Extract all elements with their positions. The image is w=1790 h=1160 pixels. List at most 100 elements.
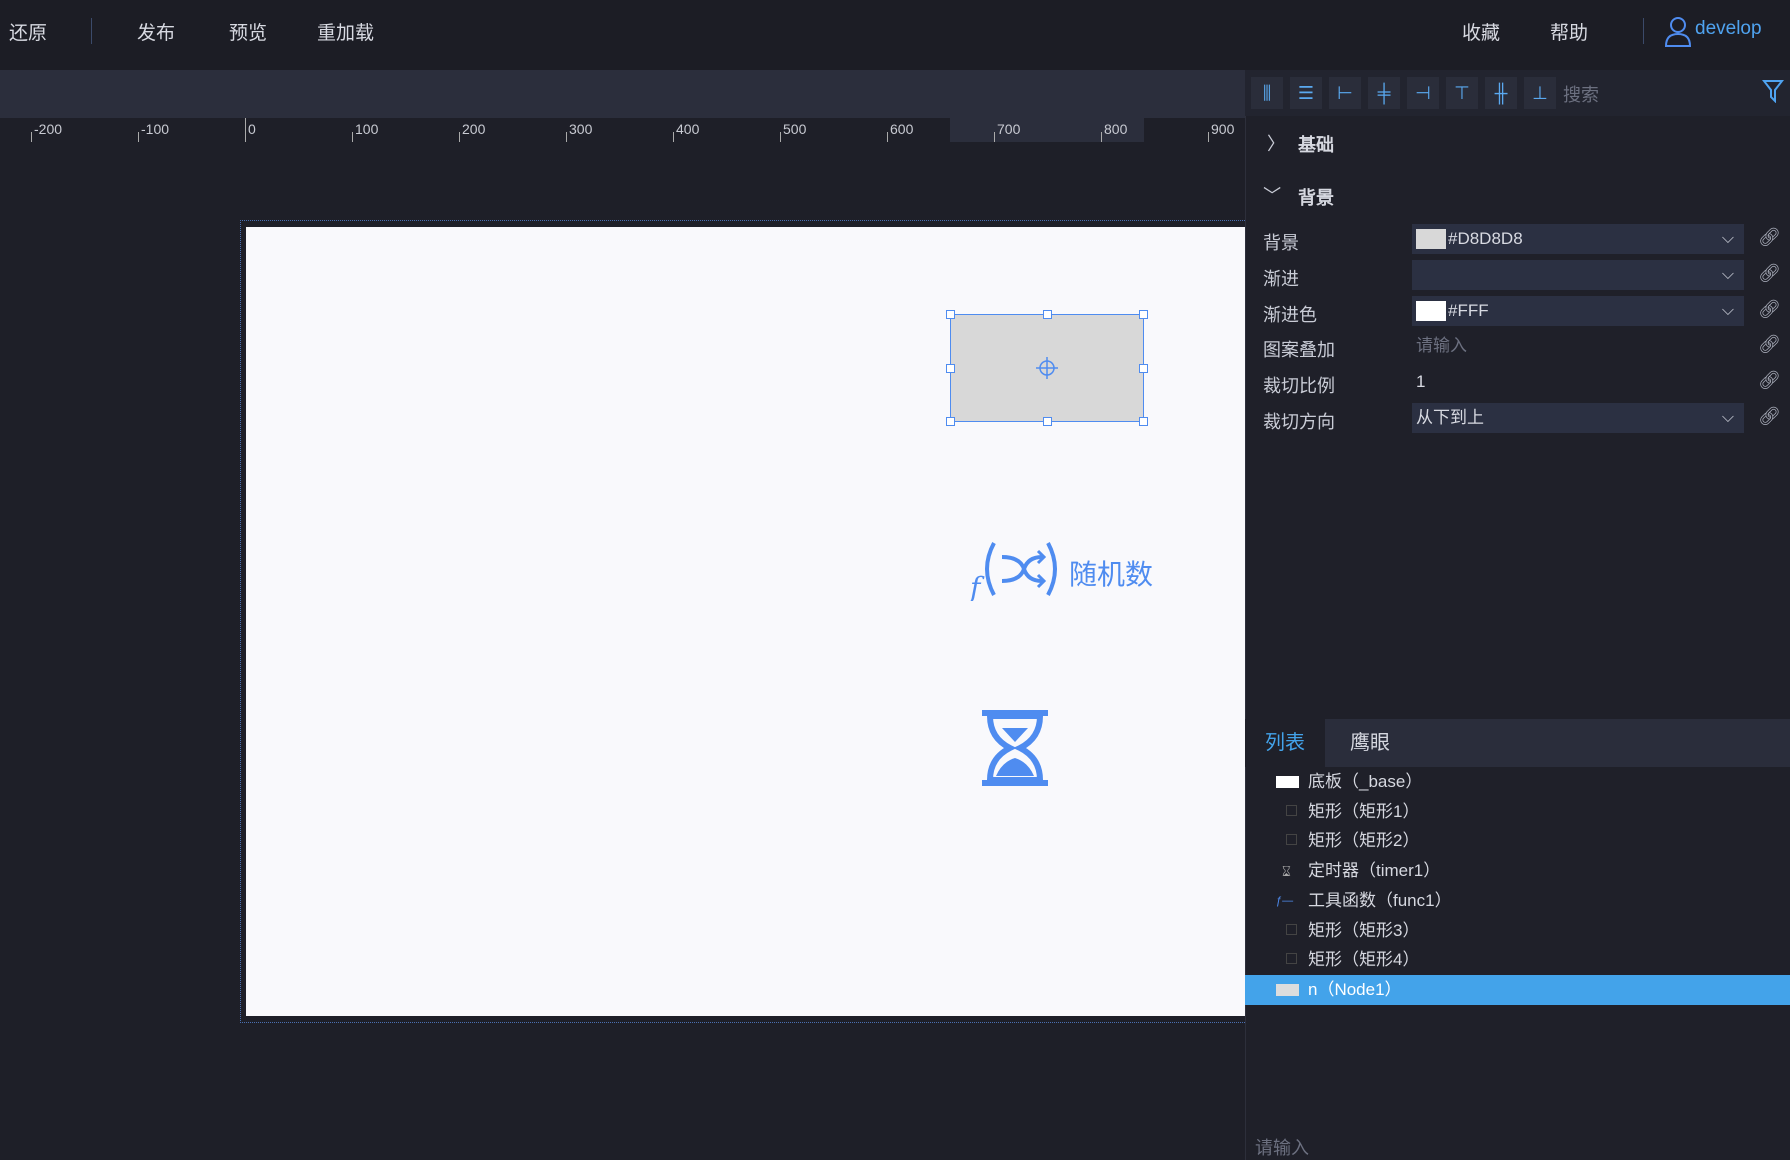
align-bottom-icon[interactable]: ⊥ (1524, 77, 1556, 109)
layer-item[interactable]: 底板（_base） (1245, 767, 1790, 797)
resize-handle[interactable] (1139, 417, 1148, 426)
canvas-toolbar-band (0, 70, 1245, 118)
ruler-tick (780, 132, 781, 142)
resize-handle[interactable] (946, 417, 955, 426)
user-name[interactable]: develop (1695, 18, 1762, 40)
ruler-label: 100 (355, 121, 379, 137)
rect-icon (1286, 923, 1297, 935)
prop-label: 背景 (1263, 233, 1299, 253)
align-middle-icon[interactable]: ╫ (1485, 77, 1517, 109)
help-button[interactable]: 帮助 (1550, 18, 1588, 45)
section-basic[interactable]: 基础 (1298, 131, 1334, 157)
restore-button[interactable]: 还原 (9, 18, 47, 45)
crosshair-icon (1036, 357, 1058, 379)
ruler-tick (673, 132, 674, 142)
ruler-tick (31, 132, 32, 142)
ruler-tick (1208, 132, 1209, 142)
chevron-down-icon[interactable]: ⌵ (1722, 296, 1734, 326)
hourglass-icon: ⌛︎ (1282, 863, 1291, 880)
node-icon (1276, 983, 1299, 996)
layer-item[interactable]: 矩形（矩形1） (1245, 797, 1790, 827)
chevron-down-icon[interactable]: ⌵ (1722, 224, 1734, 254)
layer-item[interactable]: 矩形（矩形3） (1245, 916, 1790, 946)
prop-field[interactable]: ⌵ (1412, 260, 1744, 290)
layer-item[interactable]: ƒ— 工具函数（func1） (1245, 886, 1790, 916)
resize-handle[interactable] (946, 310, 955, 319)
user-icon[interactable] (1664, 16, 1692, 48)
random-function-icon[interactable]: f (968, 537, 1060, 601)
layer-label: 底板（_base） (1308, 772, 1423, 791)
color-swatch[interactable] (1416, 229, 1446, 249)
tab-eagle-eye[interactable]: 鹰眼 (1330, 719, 1410, 767)
align-left-icon[interactable]: ⊢ (1329, 77, 1361, 109)
random-function-label: 随机数 (1069, 559, 1154, 590)
selected-rect-node[interactable] (946, 310, 1148, 426)
ruler-label: 300 (569, 121, 593, 137)
align-toolbar (1245, 70, 1790, 116)
align-right-icon[interactable]: ⊣ (1407, 77, 1439, 109)
favorites-button[interactable]: 收藏 (1462, 18, 1500, 45)
layer-label: 矩形（矩形3） (1308, 920, 1420, 940)
layer-label: n（Node1） (1308, 979, 1402, 999)
search-input[interactable]: 搜索 (1563, 81, 1599, 107)
bottom-input[interactable]: 请输入 (1255, 1134, 1309, 1160)
align-center-horizontal-icon[interactable]: ╪ (1368, 77, 1400, 109)
tab-list[interactable]: 列表 (1245, 719, 1325, 767)
prop-field[interactable]: 1 (1412, 367, 1744, 397)
distribute-vertical-icon[interactable]: ☰ (1290, 77, 1322, 109)
resize-handle[interactable] (1139, 310, 1148, 319)
layer-item[interactable]: 矩形（矩形2） (1245, 826, 1790, 856)
ruler-label: 400 (676, 121, 700, 137)
section-background[interactable]: 背景 (1298, 184, 1334, 210)
resize-handle[interactable] (946, 364, 955, 373)
layer-label: 工具函数（func1） (1308, 890, 1452, 910)
link-icon[interactable]: 🔗︎ (1758, 334, 1781, 355)
link-icon[interactable]: 🔗︎ (1758, 406, 1781, 427)
ruler-tick (887, 132, 888, 142)
ruler-label: -200 (34, 121, 63, 137)
prop-field[interactable]: #FFF ⌵ (1412, 296, 1744, 326)
link-icon[interactable]: 🔗︎ (1758, 370, 1781, 391)
reload-button[interactable]: 重加载 (317, 18, 374, 45)
ruler-tick (352, 132, 353, 142)
chevron-right-icon[interactable]: 〉 (1267, 130, 1285, 156)
ruler-label: 0 (248, 121, 256, 137)
layer-item[interactable]: n（Node1） (1245, 974, 1790, 1005)
field-value: #D8D8D8 (1448, 229, 1523, 248)
field-value: 从下到上 (1416, 408, 1484, 427)
distribute-horizontal-icon[interactable]: ⫼ (1251, 77, 1283, 109)
color-swatch[interactable] (1416, 301, 1446, 321)
resize-handle[interactable] (1043, 417, 1052, 426)
chevron-down-icon[interactable]: 〉 (1259, 186, 1285, 204)
layer-label: 矩形（矩形1） (1308, 801, 1420, 821)
preview-button[interactable]: 预览 (229, 18, 267, 45)
resize-handle[interactable] (1043, 310, 1052, 319)
link-icon[interactable]: 🔗︎ (1758, 263, 1781, 284)
chevron-down-icon[interactable]: ⌵ (1722, 403, 1734, 433)
link-icon[interactable]: 🔗︎ (1758, 227, 1781, 248)
prop-field[interactable]: 请输入 (1412, 331, 1744, 361)
ruler-label: 500 (783, 121, 807, 137)
base-icon (1276, 776, 1299, 788)
prop-field[interactable]: #D8D8D8 ⌵ (1412, 224, 1744, 254)
prop-label: 裁切方向 (1263, 412, 1335, 432)
ruler-label: 800 (1104, 121, 1128, 137)
rect-icon (1286, 953, 1297, 965)
link-icon[interactable]: 🔗︎ (1758, 299, 1781, 320)
layer-label: 矩形（矩形4） (1308, 950, 1420, 970)
layer-tabs (1245, 719, 1790, 767)
ruler-tick (459, 132, 460, 142)
publish-button[interactable]: 发布 (137, 18, 175, 45)
ruler-tick (138, 132, 139, 142)
prop-field[interactable]: 从下到上 ⌵ (1412, 403, 1744, 433)
filter-icon[interactable] (1762, 79, 1784, 103)
ruler-tick (1101, 132, 1102, 142)
layer-label: 定时器（timer1） (1308, 861, 1441, 881)
chevron-down-icon[interactable]: ⌵ (1722, 260, 1734, 290)
align-top-icon[interactable]: ⊤ (1446, 77, 1478, 109)
resize-handle[interactable] (1139, 364, 1148, 373)
hourglass-timer-icon[interactable] (982, 710, 1048, 786)
ruler-tick (245, 118, 246, 142)
layer-item[interactable]: ⌛︎ 定时器（timer1） (1245, 856, 1790, 886)
layer-item[interactable]: 矩形（矩形4） (1245, 945, 1790, 975)
